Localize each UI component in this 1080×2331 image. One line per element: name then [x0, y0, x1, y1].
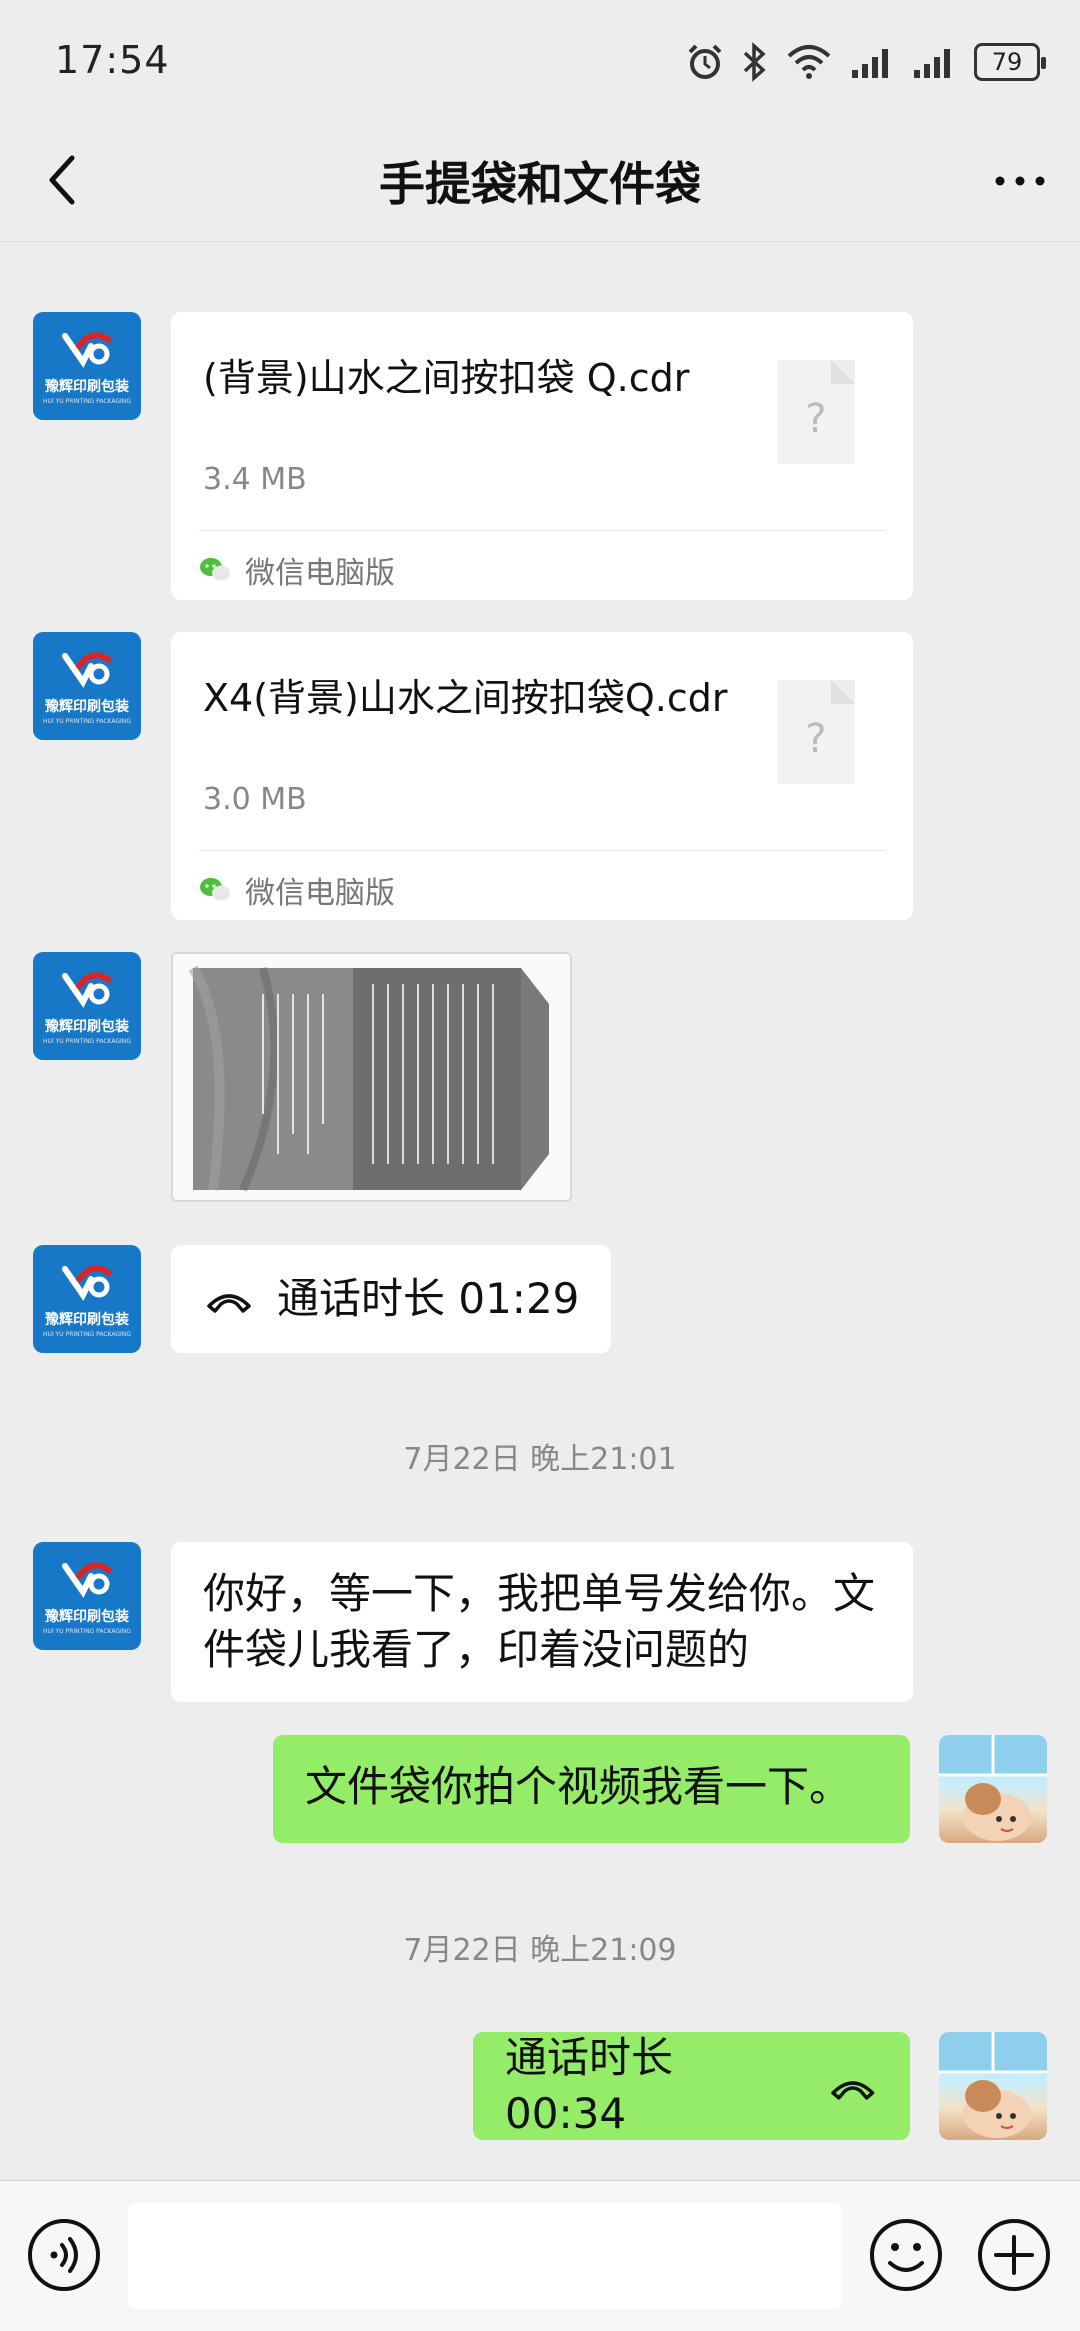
company-logo-icon: [62, 652, 112, 688]
company-logo-icon: [62, 972, 112, 1008]
user-avatar[interactable]: [939, 1735, 1047, 1843]
wifi-icon: [787, 45, 831, 79]
text-message-self[interactable]: 文件袋你拍个视频我看一下。: [273, 1735, 910, 1843]
logo-text: 豫辉印刷包装: [45, 1312, 129, 1328]
logo-subtext: HUI YU PRINTING PACKAGING: [43, 1038, 131, 1045]
company-logo-icon: [62, 332, 112, 368]
voice-input-button[interactable]: [26, 2217, 102, 2293]
contact-avatar[interactable]: 豫辉印刷包装 HUI YU PRINTING PACKAGING: [33, 632, 141, 740]
text-message[interactable]: 你好，等一下，我把单号发给你。文件袋儿我看了，印着没问题的: [171, 1542, 913, 1702]
cartoon-avatar-icon: [939, 2032, 1047, 2138]
call-message[interactable]: 通话时长 01:29: [171, 1245, 612, 1353]
timestamp: 7月22日 晚上21:09: [403, 1933, 677, 1968]
bluetooth-icon: [743, 42, 766, 82]
chat-message-list[interactable]: 豫辉印刷包装 HUI YU PRINTING PACKAGING (背景)山水之…: [0, 242, 1080, 2180]
phone-icon: [207, 1294, 251, 1313]
contact-avatar[interactable]: 豫辉印刷包装 HUI YU PRINTING PACKAGING: [33, 312, 141, 420]
image-message[interactable]: [171, 952, 572, 1202]
call-duration-text: 通话时长 00:34: [505, 2033, 674, 2138]
file-source: 微信电脑版: [199, 868, 395, 912]
file-source-label: 微信电脑版: [245, 876, 395, 911]
file-name: (背景)山水之间按扣袋 Q.cdr: [203, 356, 690, 400]
unknown-file-icon: ?: [777, 360, 855, 464]
signal-2-icon: [914, 49, 950, 78]
wechat-icon: [200, 558, 230, 581]
more-functions-button[interactable]: [976, 2217, 1052, 2293]
alarm-icon: [688, 44, 722, 79]
emoji-button[interactable]: [868, 2217, 944, 2293]
logo-subtext: HUI YU PRINTING PACKAGING: [43, 398, 131, 405]
unknown-file-icon: ?: [777, 680, 855, 784]
logo-text: 豫辉印刷包装: [45, 379, 129, 395]
file-source: 微信电脑版: [199, 548, 395, 592]
message-input[interactable]: [128, 2203, 842, 2309]
file-message[interactable]: X4(背景)山水之间按扣袋Q.cdr 3.0 MB ? 微信电脑版: [171, 632, 913, 920]
emoji-icon: [870, 2219, 942, 2291]
contact-avatar[interactable]: 豫辉印刷包装 HUI YU PRINTING PACKAGING: [33, 1542, 141, 1650]
more-button[interactable]: [990, 156, 1050, 206]
more-dots-icon: [995, 176, 1045, 186]
input-bar: [0, 2180, 1080, 2331]
file-size: 3.0 MB: [203, 782, 307, 817]
wechat-icon: [200, 878, 230, 901]
user-avatar[interactable]: [939, 2032, 1047, 2140]
contact-avatar[interactable]: 豫辉印刷包装 HUI YU PRINTING PACKAGING: [33, 1245, 141, 1353]
chat-header: 手提袋和文件袋: [0, 120, 1080, 242]
contact-avatar[interactable]: 豫辉印刷包装 HUI YU PRINTING PACKAGING: [33, 952, 141, 1060]
logo-text: 豫辉印刷包装: [45, 1019, 129, 1035]
file-message[interactable]: (背景)山水之间按扣袋 Q.cdr 3.4 MB ? 微信电脑版: [171, 312, 913, 600]
logo-subtext: HUI YU PRINTING PACKAGING: [43, 1331, 131, 1338]
call-duration-text: 通话时长 01:29: [277, 1274, 580, 1323]
phone-icon: [830, 2081, 874, 2100]
file-source-label: 微信电脑版: [245, 556, 395, 591]
company-logo-icon: [62, 1562, 112, 1598]
logo-subtext: HUI YU PRINTING PACKAGING: [43, 718, 131, 725]
logo-text: 豫辉印刷包装: [45, 1609, 129, 1625]
file-name: X4(背景)山水之间按扣袋Q.cdr: [203, 676, 728, 720]
call-message-self[interactable]: 通话时长 00:34: [473, 2032, 910, 2140]
logo-text: 豫辉印刷包装: [45, 699, 129, 715]
chat-title: 手提袋和文件袋: [379, 157, 701, 211]
status-time: 17:54: [55, 38, 170, 82]
divider: [199, 530, 885, 531]
logo-subtext: HUI YU PRINTING PACKAGING: [43, 1628, 131, 1635]
signal-1-icon: [852, 49, 888, 78]
battery-indicator: 79: [974, 43, 1046, 81]
company-logo-icon: [62, 1265, 112, 1301]
calligraphy-envelope-photo-icon: [173, 954, 570, 1200]
file-size: 3.4 MB: [203, 462, 307, 497]
status-bar: 17:54 79: [0, 0, 1080, 120]
divider: [199, 850, 885, 851]
status-icons: 79: [686, 38, 1046, 86]
cartoon-avatar-icon: [939, 1735, 1047, 1841]
plus-icon: [978, 2219, 1050, 2291]
timestamp: 7月22日 晚上21:01: [403, 1442, 677, 1477]
voice-icon: [28, 2219, 100, 2291]
